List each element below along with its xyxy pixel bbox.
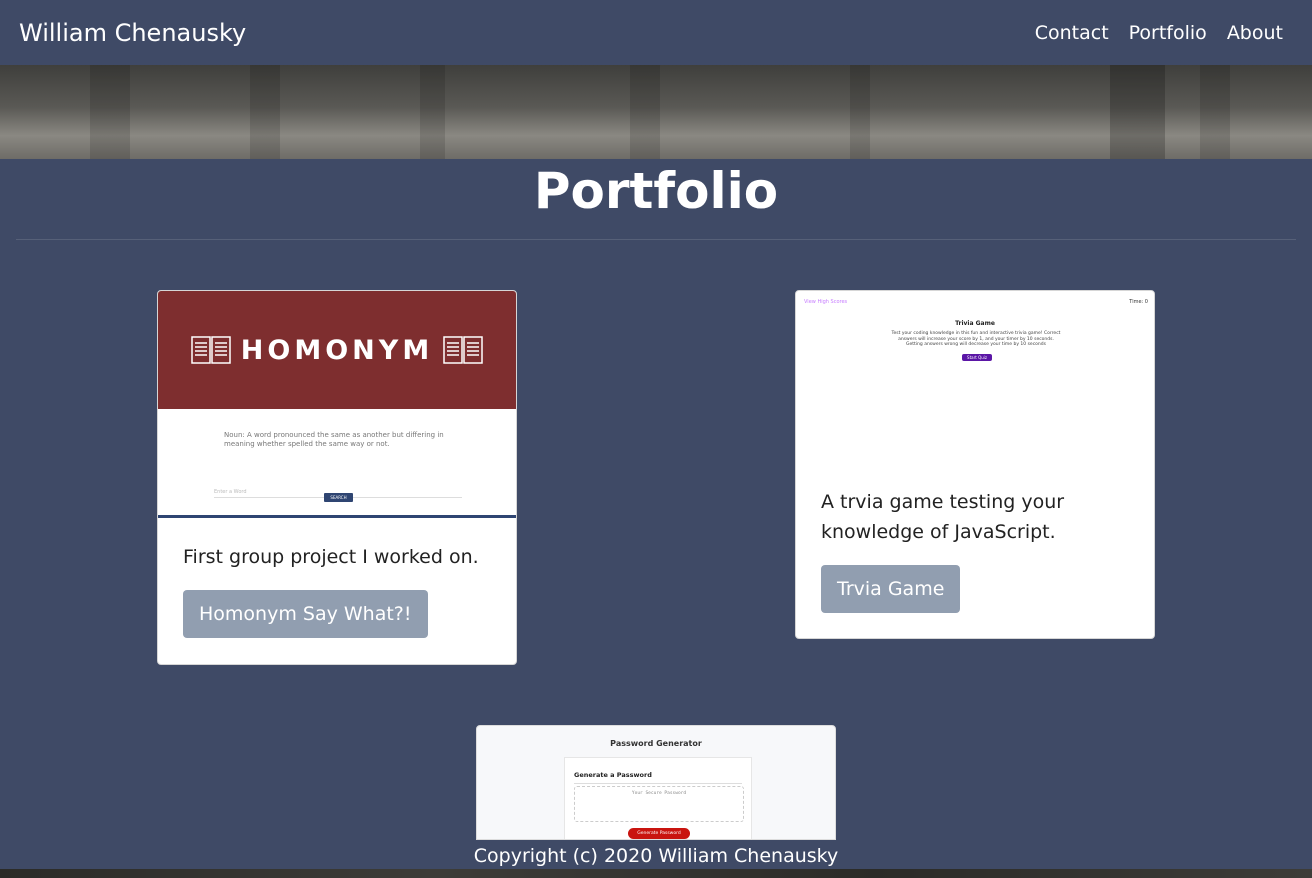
trivia-project-button[interactable]: Trvia Game (821, 565, 961, 613)
card-body: A trvia game testing your knowledge of J… (796, 487, 1154, 613)
homonym-preview-header: HOMONYM (158, 291, 516, 409)
bottom-background-strip (0, 869, 1312, 878)
trivia-title: Trivia Game (955, 320, 995, 327)
homonym-logo-text: HOMONYM (240, 334, 434, 366)
homonym-project-button[interactable]: Homonym Say What?! (183, 590, 428, 638)
card-description: A trvia game testing your knowledge of J… (821, 491, 1065, 543)
homonym-search-button: SEARCH (324, 493, 353, 502)
homonym-preview-body: Noun: A word pronounced the same as anot… (158, 409, 516, 518)
hero-banner-image (0, 65, 1312, 159)
footer-copyright: Copyright (c) 2020 William Chenausky (473, 845, 839, 867)
nav-link-about[interactable]: About (1227, 22, 1283, 44)
project-card-password-generator: Password Generator Generate a Password Y… (476, 725, 836, 840)
project-card-homonym: HOMONYM Noun: A word pronounced the same… (157, 290, 517, 665)
navbar: William Chenausky Contact Portfolio Abou… (0, 0, 1312, 65)
project-card-trivia: View High Scores Time: 0 Trivia Game Tes… (795, 290, 1155, 639)
book-icon (191, 336, 231, 364)
title-divider (16, 239, 1296, 240)
homonym-definition: Noun: A word pronounced the same as anot… (224, 431, 444, 448)
homonym-bottom-bar (158, 515, 516, 518)
trivia-preview: View High Scores Time: 0 Trivia Game Tes… (796, 291, 1154, 471)
nav-link-portfolio[interactable]: Portfolio (1129, 22, 1207, 44)
password-preview-subtitle: Generate a Password (574, 771, 652, 779)
card-body: First group project I worked on. Homonym… (158, 542, 516, 638)
nav-links: Contact Portfolio About (1035, 22, 1293, 44)
card-description: First group project I worked on. (183, 546, 479, 568)
password-preview-generate-button: Generate Password (628, 828, 690, 839)
password-preview-textarea: Your Secure Password (574, 786, 744, 822)
brand-link[interactable]: William Chenausky (19, 19, 246, 47)
nav-link-contact[interactable]: Contact (1035, 22, 1109, 44)
book-icon (443, 336, 483, 364)
trivia-start-button: Start Quiz (962, 354, 992, 361)
password-preview-panel: Generate a Password Your Secure Password… (564, 757, 752, 839)
trivia-highscores-link: View High Scores (804, 299, 848, 305)
page-title: Portfolio (533, 162, 779, 220)
trivia-description: Test your coding knowledge in this fun a… (891, 331, 1061, 347)
password-preview-title: Password Generator (610, 739, 702, 748)
password-preview-divider (574, 783, 742, 784)
trivia-timer: Time: 0 (1129, 299, 1148, 305)
